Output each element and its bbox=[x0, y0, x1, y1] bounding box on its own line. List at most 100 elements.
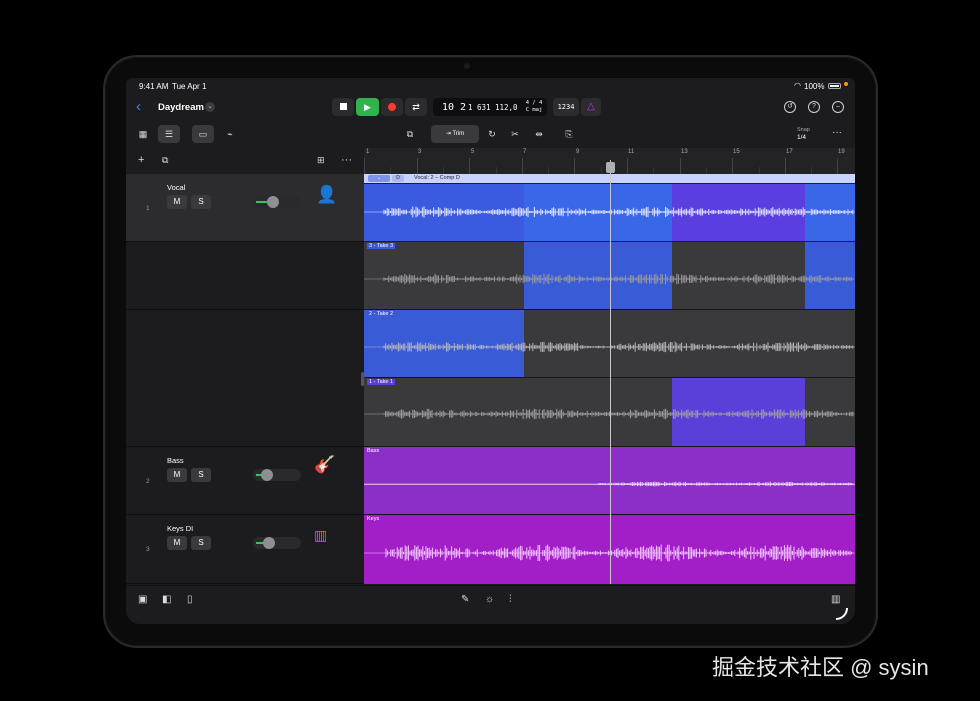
lcd-display[interactable]: 10 2 1 631 112,0 4 / 4 C maj bbox=[433, 98, 547, 116]
library-icon[interactable]: ▣ bbox=[138, 594, 147, 605]
tuner-button[interactable]: △ bbox=[581, 98, 601, 116]
ruler-tick bbox=[600, 167, 602, 174]
ruler-bar-label: 1 bbox=[366, 149, 370, 155]
snap-control[interactable]: Snap 1/4 bbox=[797, 127, 810, 141]
project-title[interactable]: Daydream bbox=[158, 102, 204, 113]
volume-slider[interactable] bbox=[253, 469, 301, 481]
secondary-toolbar: ▦ ☰ ▭ ⌁ ⧉ ⇥ Trim ↻ ✂ ⇹ ⎘ Snap 1/4 ··· bbox=[126, 123, 855, 145]
region-view-icon[interactable]: ▭ bbox=[192, 125, 214, 143]
paste-icon[interactable]: ⎘ bbox=[560, 125, 578, 143]
ruler-bar-label: 15 bbox=[733, 149, 740, 155]
pencil-icon[interactable]: ✎ bbox=[461, 594, 469, 605]
ruler-tick bbox=[469, 158, 471, 174]
ruler-tick bbox=[653, 167, 655, 174]
record-button[interactable] bbox=[381, 98, 403, 116]
track-number: 3 bbox=[146, 546, 150, 553]
ruler-bar-label: 9 bbox=[576, 149, 580, 155]
import-icon[interactable]: ⊞ bbox=[317, 155, 325, 166]
stop-button[interactable] bbox=[332, 98, 354, 116]
bass-region-label: Bass bbox=[367, 448, 380, 454]
track-row-vocal[interactable]: Vocal 1 M S 👤 bbox=[126, 174, 364, 242]
ruler-bar-label: 19 bbox=[838, 149, 845, 155]
play-icon: ▶ bbox=[364, 102, 371, 112]
volume-knob[interactable] bbox=[261, 469, 273, 481]
cycle-button[interactable]: ⇄ bbox=[405, 98, 427, 116]
add-track-icon[interactable]: + bbox=[138, 154, 144, 166]
menu-icon[interactable]: – bbox=[832, 101, 844, 113]
track-name: Bass bbox=[167, 456, 184, 465]
ruler-tick bbox=[416, 158, 418, 174]
volume-slider[interactable] bbox=[253, 537, 301, 549]
chevron-down-icon[interactable]: ⌄ bbox=[205, 102, 215, 112]
ruler-bar-label: 17 bbox=[786, 149, 793, 155]
mute-button[interactable]: M bbox=[167, 536, 187, 550]
track-number: 2 bbox=[146, 478, 150, 485]
comp-badge[interactable]: D bbox=[392, 175, 404, 182]
keyboard-icon: ▥ bbox=[314, 527, 328, 543]
wifi-icon: ◠ bbox=[794, 81, 801, 90]
bottom-toolbar: ▣ ◧ ▯ ✎ ☼ ⫶ ▥ bbox=[126, 585, 855, 624]
keys-region-label: Keys bbox=[367, 516, 380, 522]
trim-tool-button[interactable]: ⇥ Trim bbox=[431, 125, 479, 143]
volume-knob[interactable] bbox=[263, 537, 275, 549]
snap-label: Snap bbox=[797, 127, 810, 133]
take1-label: 1 - Take 1 bbox=[367, 379, 396, 385]
playhead[interactable] bbox=[610, 160, 611, 584]
duplicate-track-icon[interactable]: ⧉ bbox=[162, 155, 168, 166]
automation-icon[interactable]: ⌁ bbox=[220, 125, 240, 143]
solo-button[interactable]: S bbox=[191, 536, 211, 550]
track-row-keys[interactable]: Keys DI 3 M S ▥ bbox=[126, 515, 364, 584]
piano-keyboard-icon[interactable]: ▥ bbox=[831, 594, 840, 605]
take3-label: 3 - Take 3 bbox=[367, 243, 396, 249]
loop-tool-icon[interactable]: ↻ bbox=[483, 125, 501, 143]
track-name: Keys DI bbox=[167, 524, 194, 533]
battery-percent: 100% bbox=[804, 82, 825, 91]
play-button[interactable]: ▶ bbox=[356, 98, 379, 116]
info-icon[interactable]: ▯ bbox=[187, 594, 193, 605]
lcd-tempo: 112,0 bbox=[495, 103, 518, 112]
volume-slider[interactable] bbox=[253, 196, 301, 208]
track-row-bass[interactable]: Bass 2 M S 🎸 bbox=[126, 447, 364, 515]
ruler-tick bbox=[627, 158, 628, 174]
mute-button[interactable]: M bbox=[167, 195, 187, 209]
ruler-bar-label: 3 bbox=[418, 149, 422, 155]
bass-guitar-icon: 🎸 bbox=[314, 455, 336, 474]
trim-label: Trim bbox=[452, 131, 465, 137]
scissors-icon[interactable]: ✂ bbox=[506, 125, 524, 143]
watermark: 掘金技术社区 @ sysin bbox=[712, 655, 929, 680]
ruler-tick bbox=[679, 158, 681, 174]
ruler-tick bbox=[442, 167, 444, 174]
solo-button[interactable]: S bbox=[191, 468, 211, 482]
back-chevron-icon[interactable]: ‹ bbox=[136, 99, 141, 114]
take-lane-header bbox=[126, 310, 364, 447]
history-icon[interactable]: ↺ bbox=[784, 101, 796, 113]
ruler-bar-label: 11 bbox=[628, 149, 635, 155]
more-options-icon[interactable]: ··· bbox=[832, 127, 842, 138]
ruler-bar-label: 13 bbox=[681, 149, 688, 155]
ruler-tick bbox=[548, 167, 550, 174]
browser-grid-icon[interactable]: ▦ bbox=[134, 125, 152, 143]
status-date: Tue Apr 1 bbox=[172, 82, 207, 91]
comp-menu-chevron-icon[interactable]: ⌄ bbox=[368, 175, 390, 182]
copy-icon[interactable]: ⧉ bbox=[401, 125, 419, 143]
split-icon[interactable]: ⇹ bbox=[530, 125, 548, 143]
ruler-tick bbox=[574, 158, 576, 174]
track-more-icon[interactable]: ··· bbox=[341, 154, 352, 166]
count-in-button[interactable]: 1234 bbox=[553, 98, 579, 116]
ruler-tick bbox=[390, 167, 392, 174]
smart-controls-icon[interactable]: ☼ bbox=[485, 594, 494, 605]
tracks-view-icon[interactable]: ☰ bbox=[158, 125, 180, 143]
front-camera bbox=[464, 63, 470, 69]
ruler-tick bbox=[364, 158, 365, 174]
mixer-icon[interactable]: ⫶ bbox=[509, 594, 512, 605]
help-icon[interactable]: ? bbox=[808, 101, 820, 113]
ruler-tick bbox=[732, 158, 734, 174]
comp-region-title: Vocal: 2 – Comp D bbox=[414, 175, 460, 181]
control-bar: ‹ Daydream ⌄ ▶ ⇄ 10 2 1 631 112,0 4 / 4 … bbox=[126, 95, 855, 121]
playhead-handle[interactable] bbox=[606, 162, 615, 173]
inspector-icon[interactable]: ◧ bbox=[162, 594, 171, 605]
solo-button[interactable]: S bbox=[191, 195, 211, 209]
mute-button[interactable]: M bbox=[167, 468, 187, 482]
track-list: Vocal 1 M S 👤 Bass 2 M S 🎸 Keys DI 3 M S… bbox=[126, 174, 364, 584]
volume-knob[interactable] bbox=[267, 196, 279, 208]
